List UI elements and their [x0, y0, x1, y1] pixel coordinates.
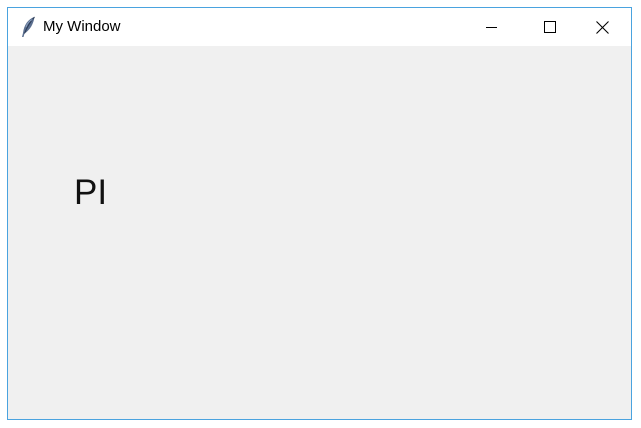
title-bar[interactable]: My Window [8, 8, 631, 46]
maximize-button[interactable] [527, 8, 573, 46]
client-area: PI [8, 46, 631, 419]
close-icon [595, 20, 609, 34]
window-title: My Window [43, 18, 121, 35]
minimize-button[interactable] [469, 8, 515, 46]
maximize-icon [544, 21, 556, 33]
feather-icon [19, 16, 37, 38]
close-button[interactable] [579, 8, 625, 46]
minimize-icon [486, 21, 498, 33]
pi-label: PI [74, 173, 108, 212]
app-window: My Window PI [7, 7, 632, 420]
